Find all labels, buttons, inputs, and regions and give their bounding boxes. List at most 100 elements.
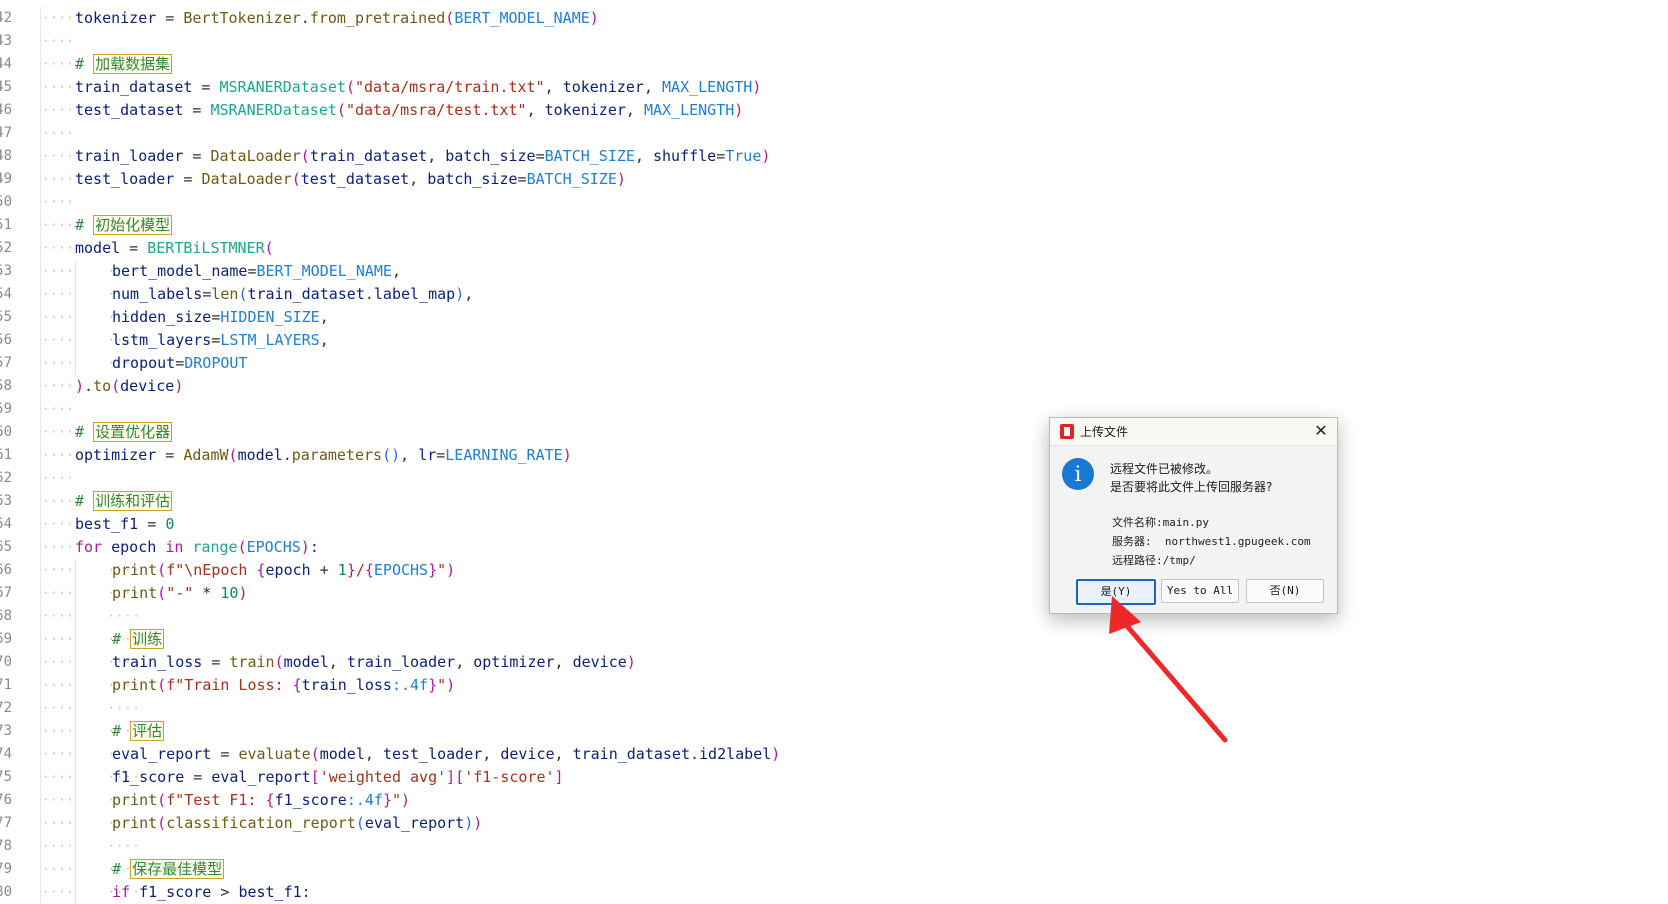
code-editor[interactable]: 42····tokenizer = BertTokenizer.from_pre… [0,0,1668,904]
code-token: MSRANERDataset [219,78,346,96]
code-token: "data/msra/test.txt" [345,101,527,119]
indent-guide [40,743,41,766]
code-token: > [211,883,239,901]
code-token: DataLoader [201,170,292,188]
code-token: HIDDEN_SIZE [220,308,320,326]
no-button[interactable]: 否(N) [1246,579,1324,603]
code-line[interactable]: 77···· ····print(classification_report(e… [0,812,1668,835]
red-arrow-annotation [1109,596,1228,743]
line-number: 45 [0,79,12,95]
code-line[interactable]: 67···· ····print("-" * 10) [0,582,1668,605]
whitespace-marker: ···· [42,149,75,163]
code-line[interactable]: 56···· ····lstm_layers=LSTM_LAYERS, [0,329,1668,352]
code-token: BERTBiLSTMNER [147,239,265,257]
whitespace-marker: ···· ···· [42,609,141,623]
code-line[interactable]: 78 ···· ···· [0,835,1668,858]
code-token: BERT_MODEL_NAME [256,262,392,280]
code-token: , [482,745,501,763]
indent-guide [40,674,41,697]
code-line[interactable]: 71···· ····print(f"Train Loss: {train_lo… [0,674,1668,697]
code-token: epoch [265,561,311,579]
line-number: 58 [0,378,12,394]
code-token: :.4f [391,676,429,694]
code-line[interactable]: 68 ···· ···· [0,605,1668,628]
code-line[interactable]: 61 ····optimizer = AdamW(model.parameters… [0,444,1668,467]
code-line[interactable]: 79···· ····# 保存最佳模型 [0,858,1668,881]
code-line[interactable]: 70···· ····train_loss = train(model, tra… [0,651,1668,674]
code-token: best_f1 [238,883,302,901]
code-token: print [112,561,158,579]
code-line[interactable]: 66···· ····print(f"\nEpoch {epoch + 1}/{… [0,559,1668,582]
code-token: 保存最佳模型 [130,859,225,879]
code-line[interactable]: 75···· ····f1_score = eval_report['weigh… [0,766,1668,789]
code-line[interactable]: 72 ···· ···· [0,697,1668,720]
indent-guide [40,53,41,76]
code-line[interactable]: 42 ····tokenizer = BertTokenizer.from_pre… [0,7,1668,30]
code-token: device [500,745,555,763]
code-line[interactable]: 45 ····train_dataset = MSRANERDataset("da… [0,76,1668,99]
code-token: f1_score [274,791,347,809]
code-line[interactable]: 46 ····test_dataset = MSRANERDataset("dat… [0,99,1668,122]
code-token: f1_score [139,883,212,901]
code-token: ) [616,170,626,188]
code-token: ( [274,653,284,671]
code-line[interactable]: 49 ····test_loader = DataLoader(test_data… [0,168,1668,191]
close-icon[interactable]: ✕ [1311,421,1331,441]
indent-guide [40,398,41,421]
whitespace-marker: ···· [42,471,75,485]
code-token: EPOCHS [246,538,301,556]
code-line[interactable]: 65 ····for epoch in range(EPOCHS): [0,536,1668,559]
code-line[interactable]: 54···· ····num_labels=len(train_dataset.… [0,283,1668,306]
code-line[interactable]: 62 ···· [0,467,1668,490]
code-line[interactable]: 57···· ····dropout=DROPOUT [0,352,1668,375]
indent-guide [40,168,41,191]
code-token: train_loss [301,676,392,694]
code-token: device [120,377,175,395]
code-token: # [75,55,94,73]
code-line[interactable]: 58 ····).to(device) [0,375,1668,398]
code-line[interactable]: 76···· ····print(f"Test F1: {f1_score:.4… [0,789,1668,812]
code-line[interactable]: 47 ···· [0,122,1668,145]
code-line[interactable]: 48 ····train_loader = DataLoader(train_da… [0,145,1668,168]
code-text: train_dataset = MSRANERDataset("data/msr… [75,76,761,99]
code-line[interactable]: 73···· ····# 评估 [0,720,1668,743]
code-line[interactable]: 64 ····best_f1 = 0 [0,513,1668,536]
code-line[interactable]: 69···· ····# 训练 [0,628,1668,651]
code-token: = [436,446,446,464]
code-token: , [328,653,347,671]
code-token: train_loader [75,147,184,165]
code-token: , [319,331,329,349]
code-token: eval_report [211,768,311,786]
code-line[interactable]: 53···· ····bert_model_name=BERT_MODEL_NA… [0,260,1668,283]
code-line[interactable]: 50 ···· [0,191,1668,214]
code-line[interactable]: 74···· ····eval_report = evaluate(model,… [0,743,1668,766]
code-token: test_loader [382,745,483,763]
line-number: 49 [0,171,12,187]
code-line[interactable]: 52 ····model = BERTBiLSTMNER( [0,237,1668,260]
code-token: { [364,561,374,579]
upload-file-dialog: 上传文件 ✕ i 远程文件已被修改。 是否要将此文件上传回服务器? 文件名称:m… [1049,417,1338,614]
whitespace-marker: ···· [42,11,75,25]
code-line[interactable]: 55···· ····hidden_size=HIDDEN_SIZE, [0,306,1668,329]
code-line[interactable]: 63 ····# 训练和评估 [0,490,1668,513]
arrow-shaft [1112,609,1228,743]
whitespace-marker: ···· [42,34,75,48]
code-token: ( [237,538,247,556]
code-token: from_pretrained [309,9,446,27]
code-line[interactable]: 51 ····# 初始化模型 [0,214,1668,237]
code-text: # 训练 [112,628,165,651]
code-line[interactable]: 44 ····# 加载数据集 [0,53,1668,76]
code-line[interactable]: 60 ····# 设置优化器 [0,421,1668,444]
code-token: , [544,78,563,96]
code-token: , [409,170,428,188]
indent-guide [40,651,41,674]
code-token: model [319,745,365,763]
code-line[interactable]: 43 ···· [0,30,1668,53]
code-token: 设置优化器 [93,422,173,442]
code-line[interactable]: 59 ···· [0,398,1668,421]
code-token: :.4f [346,791,383,809]
code-token: 训练和评估 [93,491,173,511]
whitespace-marker: ···· [42,517,75,531]
